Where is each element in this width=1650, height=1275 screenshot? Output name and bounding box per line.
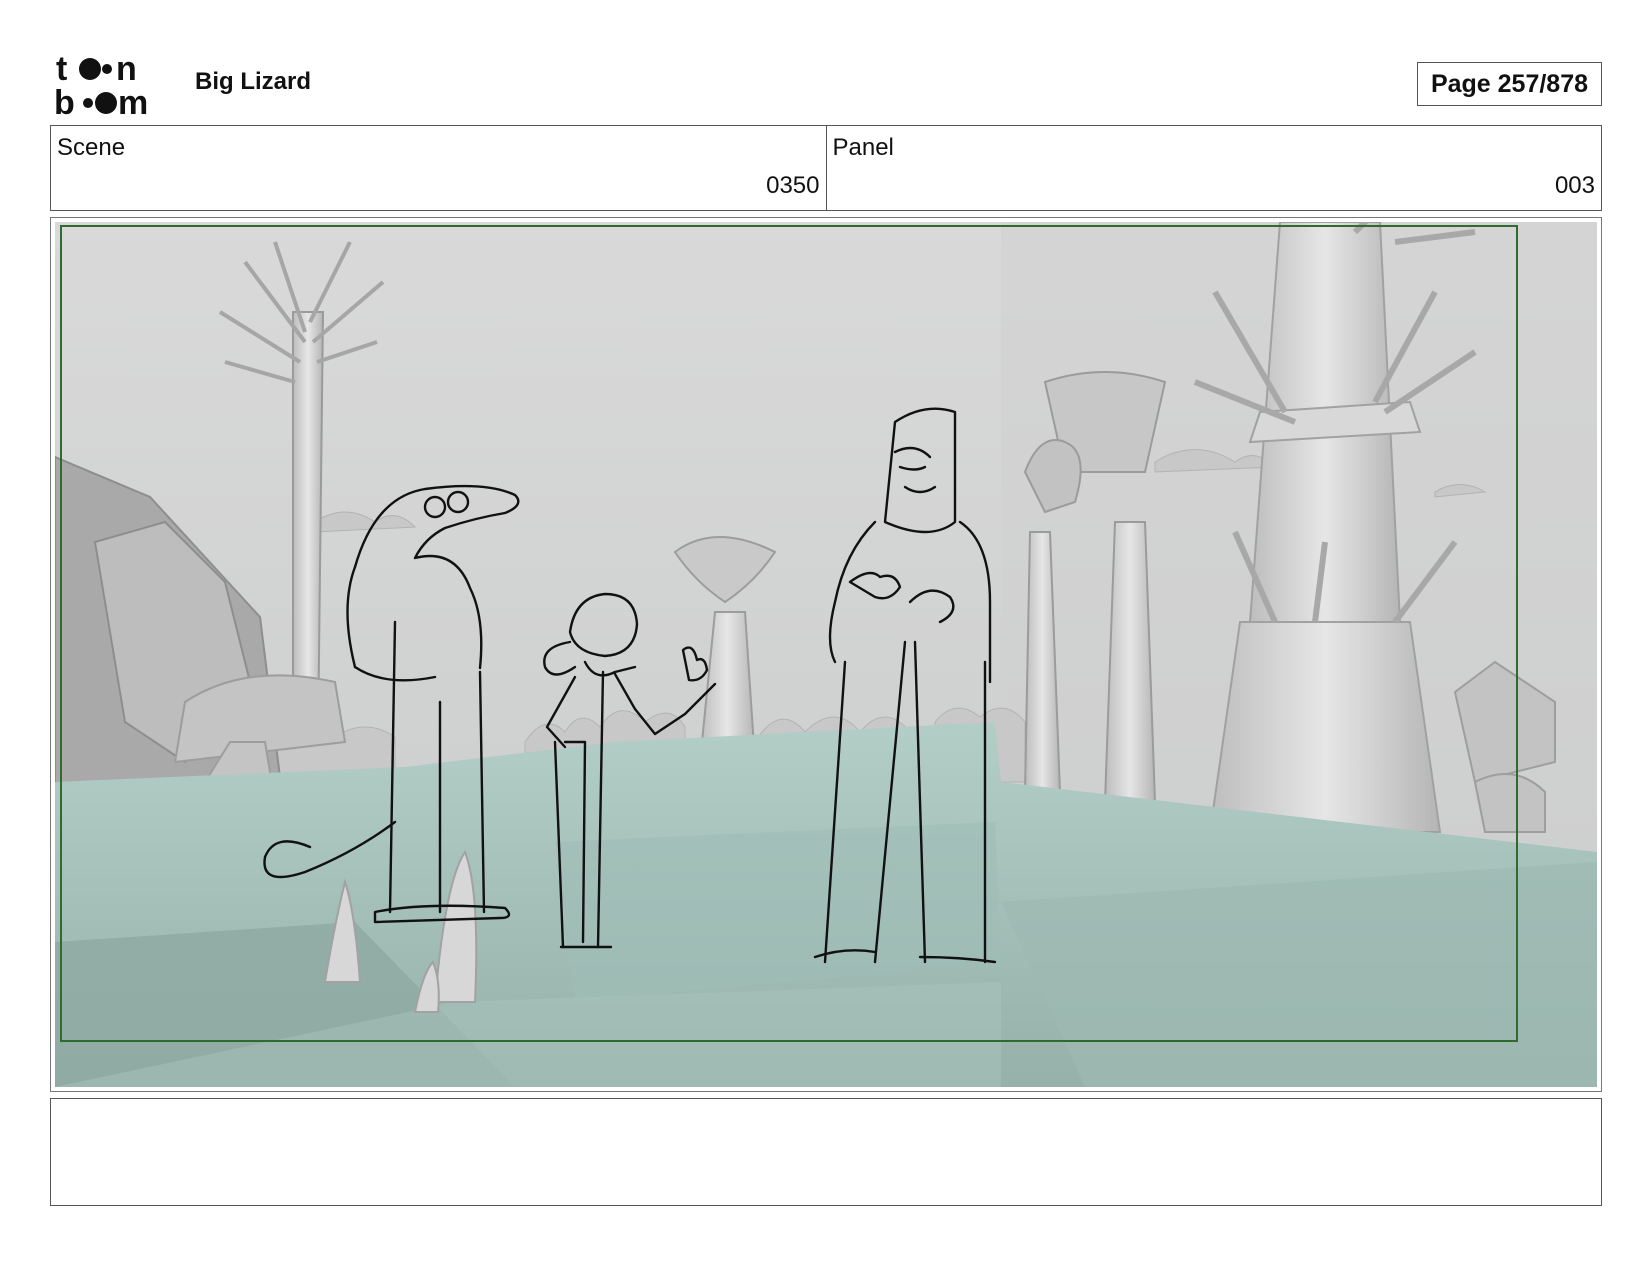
panel-cell: Panel 003 (825, 126, 1602, 210)
svg-text:n: n (116, 52, 137, 88)
scene-number: 0350 (766, 172, 820, 199)
page-counter-label: Page 257/878 (1430, 69, 1589, 98)
project-title: Big Lizard (195, 68, 312, 95)
panel-notes-box (50, 1098, 1602, 1206)
scene-label: Scene (57, 134, 126, 161)
toon-boom-logo: t n b m (52, 50, 172, 122)
panel-label: Panel (832, 134, 894, 161)
svg-text:m: m (118, 84, 148, 118)
panel-number: 003 (1554, 172, 1595, 199)
svg-text:t: t (56, 52, 67, 88)
page-counter: Page 257/878 (1417, 62, 1602, 106)
storyboard-panel-image (55, 222, 1597, 1087)
scene-panel-info: Scene 0350 Panel 003 (50, 125, 1602, 211)
svg-text:b: b (54, 84, 75, 118)
panel-frame (50, 217, 1602, 1092)
scene-cell: Scene 0350 (51, 126, 826, 210)
